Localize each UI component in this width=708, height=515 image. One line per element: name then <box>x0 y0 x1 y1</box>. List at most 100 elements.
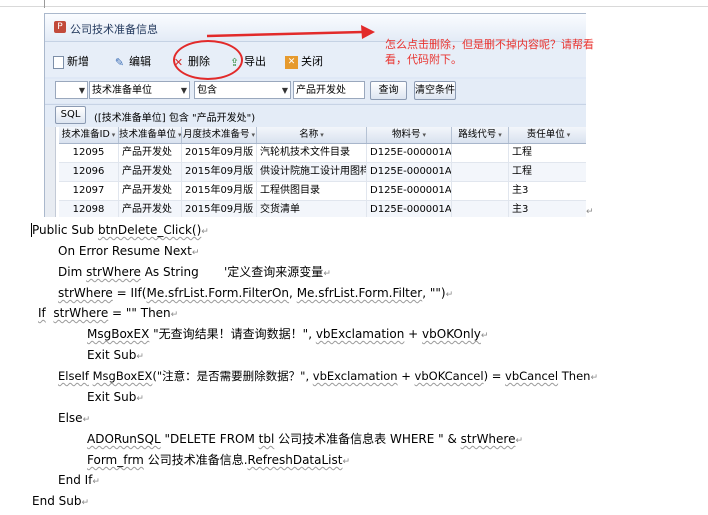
table-cell: 2015年09月版 <box>182 182 257 200</box>
condition-combo[interactable]: 包含 ▼ <box>194 81 291 99</box>
code-line-2: On Error Resume Next↵ <box>58 244 200 258</box>
sort-dropdown-icon[interactable]: ▾ <box>178 131 181 139</box>
table-cell: 供设计院施工设计用图样和技术文件 <box>257 163 367 181</box>
sort-dropdown-icon[interactable]: ▾ <box>112 131 116 139</box>
sort-dropdown-icon[interactable]: ▾ <box>252 131 256 139</box>
grid-header: 技术准备ID ▾ 技术准备单位 ▾ 月度技术准备号 ▾ 名称 ▾ 物料号 ▾ 路线代号 ▾ 责任单位 ▾ <box>59 127 586 144</box>
column-header[interactable]: 技术准备ID ▾ <box>59 127 119 143</box>
column-header-label: 名称 <box>299 129 319 140</box>
sort-dropdown-icon[interactable]: ▾ <box>567 131 571 139</box>
table-cell: 主3 <box>509 201 586 217</box>
table-cell: 2015年09月版 <box>182 144 257 162</box>
edit-button[interactable]: ✎ 编辑 <box>113 54 151 70</box>
table-cell: 工程供图目录 <box>257 182 367 200</box>
column-header-label: 技术准备单位 <box>119 129 177 140</box>
new-document-icon <box>53 55 64 69</box>
table-cell: D125E-000001AWL <box>367 144 452 162</box>
code-line-4: strWhere = IIf(Me.sfrList.Form.FilterOn,… <box>58 286 454 300</box>
window-title: 公司技术准备信息 <box>70 23 158 36</box>
table-cell: 交货清单 <box>257 201 367 217</box>
filter-bar: ▼ 技术准备单位 ▼ 包含 ▼ 产品开发处 查询 清空条件 <box>45 79 586 103</box>
column-header-label: 技术准备ID <box>61 129 110 140</box>
highlight-circle <box>173 40 243 80</box>
table-cell: 工程 <box>509 144 586 162</box>
column-header[interactable]: 技术准备单位 ▾ <box>119 127 182 143</box>
column-header-label: 月度技术准备号 <box>182 129 250 140</box>
column-header[interactable]: 责任单位 ▾ <box>509 127 586 143</box>
table-cell: 12096 <box>59 163 119 181</box>
column-header[interactable]: 物料号 ▾ <box>367 127 452 143</box>
code-line-12: Form_frm 公司技术准备信息.RefreshDataList↵ <box>87 453 351 467</box>
column-header-label: 责任单位 <box>526 129 565 140</box>
table-cell: 12098 <box>59 201 119 217</box>
table-cell: 2015年09月版 <box>182 201 257 217</box>
new-button-label: 新增 <box>67 55 89 68</box>
code-line-14: End Sub↵ <box>32 494 90 508</box>
table-row[interactable]: 12096产品开发处2015年09月版供设计院施工设计用图样和技术文件D125E… <box>59 163 586 182</box>
sql-expression: ([技术准备单位] 包含 "产品开发处") <box>94 113 256 124</box>
chevron-down-icon: ▼ <box>180 86 187 95</box>
table-cell <box>452 182 509 200</box>
chevron-down-icon: ▼ <box>78 86 85 95</box>
code-line-8: ElseIf MsgBoxEX("注意：是否需要删除数据？", vbExclam… <box>58 369 598 383</box>
field-combo-value: 技术准备单位 <box>92 85 152 96</box>
close-door-icon: ✕ <box>285 55 298 69</box>
table-cell: 12097 <box>59 182 119 200</box>
code-line-13: End If↵ <box>58 473 100 487</box>
table-cell: D125E-000001AXT <box>367 201 452 217</box>
table-cell: D125E-000001AWS <box>367 163 452 181</box>
table-cell: 12095 <box>59 144 119 162</box>
close-button-label: 关闭 <box>301 55 323 68</box>
table-cell <box>452 201 509 217</box>
code-line-3-comment: '定义查询来源变量↵ <box>224 265 331 279</box>
edit-pencil-icon: ✎ <box>114 55 125 69</box>
column-header-label: 路线代号 <box>458 129 497 140</box>
export-button-label: 导出 <box>244 55 266 68</box>
operator-combo[interactable]: ▼ <box>55 81 88 99</box>
sql-button[interactable]: SQL <box>55 106 86 124</box>
code-line-6: MsgBoxEX "无查询结果！请查询数据！", vbExclamation +… <box>87 327 489 341</box>
query-button[interactable]: 查询 <box>370 81 407 100</box>
annotation-note: 怎么点击删除，但是删不掉内容呢？请帮看看，代码附下。 <box>385 38 594 66</box>
code-line-5: If strWhere = "" Then↵ <box>38 306 179 320</box>
code-line-3: Dim strWhere As String <box>58 265 199 279</box>
table-cell: 产品开发处 <box>119 163 182 181</box>
column-header[interactable]: 路线代号 ▾ <box>452 127 509 143</box>
code-line-9: Exit Sub↵ <box>87 390 144 404</box>
table-row[interactable]: 12097产品开发处2015年09月版工程供图目录D125E-000001AWT… <box>59 182 586 201</box>
filter-value-text: 产品开发处 <box>296 85 346 96</box>
sort-dropdown-icon[interactable]: ▾ <box>498 131 502 139</box>
edit-button-label: 编辑 <box>129 55 151 68</box>
code-line-11: ADORunSQL "DELETE FROM tbl 公司技术准备信息表 WHE… <box>87 432 524 446</box>
table-cell: 产品开发处 <box>119 182 182 200</box>
paragraph-mark: ↵ <box>586 207 594 217</box>
table-cell: 工程 <box>509 163 586 181</box>
code-line-1: Public Sub btnDelete_Click()↵ <box>32 223 209 237</box>
table-row[interactable]: 12095 产品开发处 2015年09月版 汽轮机技术文件目录 D125E-000001… <box>59 144 586 163</box>
close-button[interactable]: ✕ 关闭 <box>285 54 323 70</box>
filter-value-input[interactable]: 产品开发处 <box>293 81 365 99</box>
table-row[interactable]: 12098产品开发处2015年09月版交货清单D125E-000001AXT 主3 <box>59 201 586 217</box>
sort-dropdown-icon[interactable]: ▾ <box>423 131 427 139</box>
column-header[interactable]: 名称 ▾ <box>257 127 367 143</box>
table-cell: D125E-000001AWT <box>367 182 452 200</box>
table-cell <box>452 163 509 181</box>
app-icon: P <box>54 21 66 33</box>
field-combo[interactable]: 技术准备单位 ▼ <box>89 81 190 99</box>
code-line-10: Else↵ <box>58 411 91 425</box>
table-cell: 汽轮机技术文件目录 <box>257 144 367 162</box>
column-header[interactable]: 月度技术准备号 ▾ <box>182 127 257 143</box>
clear-conditions-button[interactable]: 清空条件 <box>414 81 456 100</box>
table-cell: 产品开发处 <box>119 201 182 217</box>
new-button[interactable]: 新增 <box>53 54 89 70</box>
annotation-arrow <box>206 25 375 39</box>
sort-dropdown-icon[interactable]: ▾ <box>320 131 324 139</box>
page-top-border <box>0 6 708 7</box>
grid-vertical-scrollbar[interactable] <box>45 127 56 217</box>
code-line-7: Exit Sub↵ <box>87 348 144 362</box>
chevron-down-icon: ▼ <box>281 86 288 95</box>
table-cell <box>452 144 509 162</box>
table-cell: 产品开发处 <box>119 144 182 162</box>
grid-body: 12095 产品开发处 2015年09月版 汽轮机技术文件目录 D125E-000001… <box>59 144 586 217</box>
data-grid: 技术准备ID ▾ 技术准备单位 ▾ 月度技术准备号 ▾ 名称 ▾ 物料号 ▾ 路线代号 ▾ 责任单位 ▾ … <box>45 127 586 217</box>
